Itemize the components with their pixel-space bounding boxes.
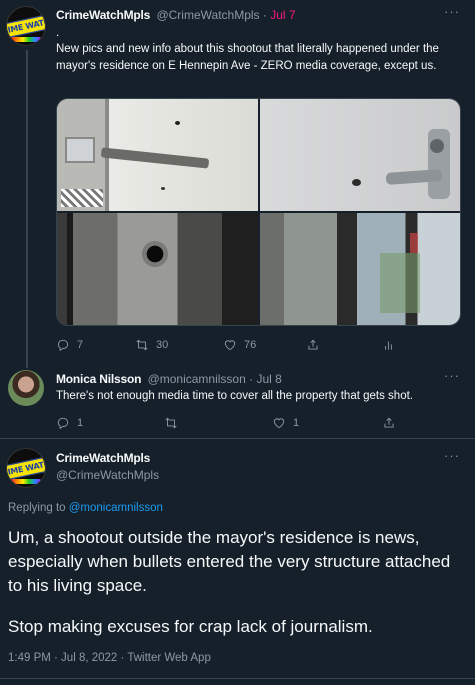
like-count: 1 [293,417,300,429]
like-icon [273,418,285,429]
tweet1-dot-line: . [56,27,60,39]
share-button[interactable] [306,338,320,352]
author-name[interactable]: CrimeWatchMpls [56,451,150,465]
avatar-rainbow-stripe [11,479,41,484]
share-icon [384,417,394,428]
photo-bullet-hole[interactable] [57,213,258,325]
monica-avatar[interactable] [8,370,44,406]
more-icon[interactable]: ··· [444,4,460,19]
replying-to: Replying to @monicamnilsson [8,502,163,514]
like-count: 76 [244,339,257,351]
tweet-divider [0,438,475,439]
share-icon [308,339,318,350]
replying-handle-link[interactable]: @monicamnilsson [69,502,163,514]
tweet2-header: Monica Nilsson @monicamnilsson · Jul 8 [56,372,282,386]
reply-button[interactable]: 1 [56,416,83,430]
tweet3-timestamp[interactable]: 1:49 PM · Jul 8, 2022 · Twitter Web App [8,652,211,664]
tweet1-actions: 7 30 76 [56,338,456,352]
analytics-button[interactable] [382,338,396,352]
tweet3-text-p2: Stop making excuses for crap lack of jou… [8,617,373,636]
like-button[interactable]: 76 [223,338,256,352]
author-handle[interactable]: @CrimeWatchMpls [156,8,259,22]
share-button[interactable] [382,416,396,430]
analytics-icon [385,341,392,350]
crimewatch-avatar[interactable]: CRIME WATCH [6,6,46,46]
avatar-rainbow-stripe [11,37,41,42]
tweet1-text: New pics and new info about this shootou… [56,43,439,72]
header-separator: · [249,372,254,386]
replying-prefix: Replying to [8,502,66,514]
author-name[interactable]: CrimeWatchMpls [56,8,150,22]
crimewatch-avatar[interactable]: CRIME WATCH [6,448,46,488]
tweet1-media-grid[interactable] [56,98,461,326]
retweet-button[interactable] [164,416,185,430]
photo-doorway[interactable] [260,213,460,325]
author-handle[interactable]: @CrimeWatchMpls [56,468,159,482]
more-icon[interactable]: ··· [444,368,460,383]
photo-door-pushbar[interactable] [57,99,258,211]
reply-count: 1 [77,417,84,429]
header-separator: · [262,8,267,22]
tweet-date[interactable]: Jul 8 [256,372,281,386]
retweet-button[interactable]: 30 [135,338,168,352]
reply-icon [57,417,69,430]
more-icon[interactable]: ··· [444,448,460,463]
retweet-count: 30 [156,339,169,351]
retweet-icon [136,339,148,351]
tweet1-header: CrimeWatchMpls @CrimeWatchMpls · Jul 7 [56,8,296,22]
tweet3-text-p1: Um, a shootout outside the mayor's resid… [8,528,451,595]
retweet-icon [165,417,177,429]
like-button[interactable]: 1 [272,416,299,430]
reply-button[interactable]: 7 [56,338,83,352]
tweet-date[interactable]: Jul 7 [270,8,295,22]
tweet2-actions: 1 1 [56,416,456,430]
thread-line [26,50,28,368]
reply-icon [57,339,69,352]
tweet2-text: There's not enough media time to cover a… [56,390,413,402]
tweet-divider [0,678,475,679]
author-name[interactable]: Monica Nilsson [56,372,141,386]
photo-lever-handle[interactable] [260,99,460,211]
like-icon [224,340,236,351]
author-handle[interactable]: @monicamnilsson [148,372,246,386]
reply-count: 7 [77,339,84,351]
